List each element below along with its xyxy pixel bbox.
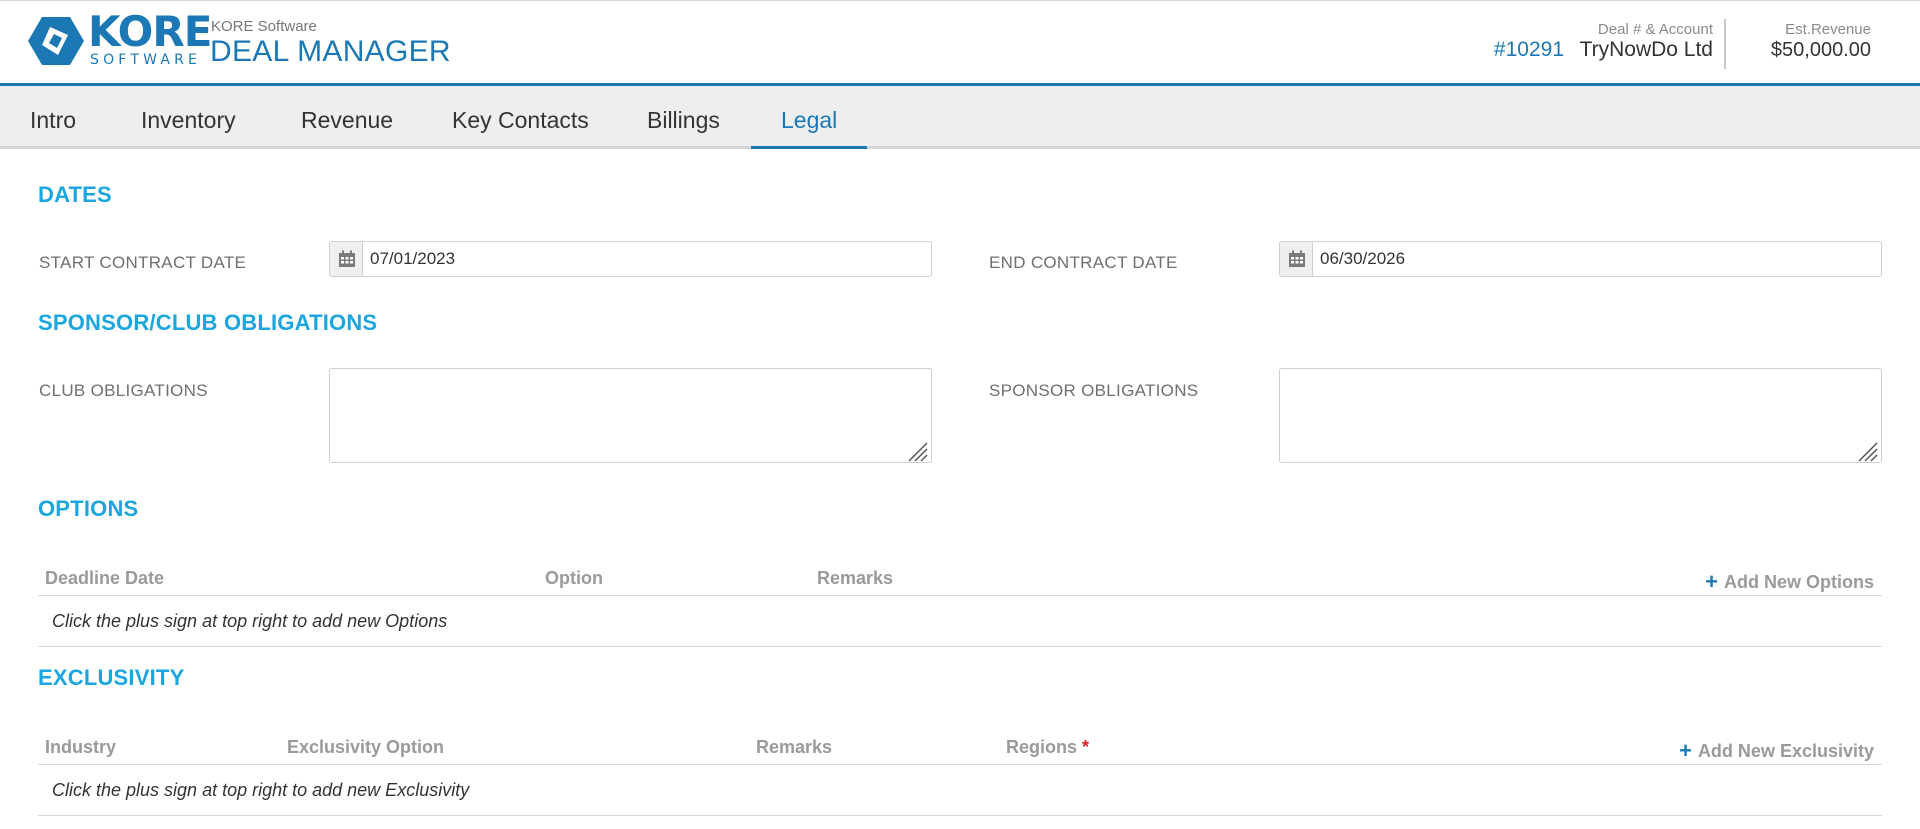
- column-header-remarks: Remarks: [817, 568, 894, 588]
- tab-billings[interactable]: Billings: [617, 86, 750, 149]
- tab-legal[interactable]: Legal: [751, 86, 868, 149]
- club-obligations-label: CLUB OBLIGATIONS: [39, 381, 208, 400]
- app-header: KORE SOFTWARE KORE Software DEAL MANAGER…: [0, 0, 1920, 86]
- logo-subtext: SOFTWARE: [90, 52, 202, 68]
- tab-intro[interactable]: Intro: [0, 86, 106, 149]
- tab-inventory[interactable]: Inventory: [111, 86, 266, 149]
- exclusivity-section-title: EXCLUSIVITY: [38, 665, 185, 690]
- required-marker: *: [1082, 737, 1090, 757]
- kore-logo[interactable]: KORE SOFTWARE: [28, 11, 212, 69]
- add-new-options-label: Add New Options: [1724, 572, 1874, 592]
- options-empty-message: Click the plus sign at top right to add …: [52, 611, 448, 631]
- est-revenue-label: Est.Revenue: [1785, 21, 1871, 38]
- options-empty-row: Click the plus sign at top right to add …: [38, 597, 1882, 647]
- calendar-icon[interactable]: [1280, 242, 1313, 276]
- options-section-title: OPTIONS: [38, 496, 139, 521]
- start-contract-date-label: START CONTRACT DATE: [39, 253, 247, 272]
- dates-section-title: DATES: [38, 182, 112, 207]
- end-contract-date-input[interactable]: [1320, 242, 1870, 276]
- add-new-exclusivity-label: Add New Exclusivity: [1697, 741, 1874, 761]
- sponsor-obligations-label: SPONSOR OBLIGATIONS: [989, 381, 1199, 400]
- account-name: TryNowDo Ltd: [1579, 38, 1713, 61]
- calendar-icon[interactable]: [330, 242, 363, 276]
- est-revenue-value: $50,000.00: [1770, 39, 1871, 61]
- sponsor-obligations-textarea[interactable]: [1279, 368, 1882, 463]
- header-divider: [1724, 19, 1726, 69]
- kore-logo-icon: [28, 17, 84, 65]
- column-header-regions: Regions *: [1006, 737, 1089, 758]
- app-title: DEAL MANAGER: [210, 35, 451, 68]
- company-name: KORE Software: [211, 18, 317, 35]
- deal-number: #10291: [1493, 38, 1564, 61]
- deal-account-label: Deal # & Account: [1597, 21, 1713, 38]
- resize-grip-icon[interactable]: [906, 440, 928, 462]
- exclusivity-empty-message: Click the plus sign at top right to add …: [52, 780, 470, 800]
- regions-label: Regions: [1006, 737, 1078, 757]
- add-new-options-button[interactable]: + Add New Options: [1705, 568, 1874, 594]
- tab-revenue[interactable]: Revenue: [271, 86, 423, 149]
- logo-wordmark: KORE: [88, 7, 212, 56]
- end-contract-date-label: END CONTRACT DATE: [989, 253, 1178, 272]
- column-header-exclusivity-option: Exclusivity Option: [287, 737, 445, 757]
- start-contract-date-input[interactable]: [370, 242, 920, 276]
- obligations-section-title: SPONSOR/CLUB OBLIGATIONS: [38, 310, 378, 335]
- end-contract-date-field: [1279, 241, 1882, 277]
- add-new-exclusivity-button[interactable]: + Add New Exclusivity: [1679, 737, 1874, 763]
- column-header-remarks: Remarks: [756, 737, 833, 757]
- options-table-header: Deadline Date Option Remarks + Add New Op…: [38, 560, 1882, 596]
- column-header-option: Option: [545, 568, 603, 588]
- exclusivity-empty-row: Click the plus sign at top right to add …: [38, 766, 1882, 816]
- column-header-deadline-date: Deadline Date: [45, 568, 165, 588]
- plus-icon: +: [1679, 738, 1692, 763]
- exclusivity-table-header: Industry Exclusivity Option Remarks Regi…: [38, 729, 1882, 765]
- plus-icon: +: [1705, 569, 1718, 594]
- column-header-industry: Industry: [45, 737, 117, 757]
- tab-bar: Intro Inventory Revenue Key Contacts Bil…: [0, 86, 1920, 149]
- club-obligations-textarea[interactable]: [329, 368, 932, 463]
- tab-key-contacts[interactable]: Key Contacts: [422, 86, 619, 149]
- resize-grip-icon[interactable]: [1856, 440, 1878, 462]
- start-contract-date-field: [329, 241, 932, 277]
